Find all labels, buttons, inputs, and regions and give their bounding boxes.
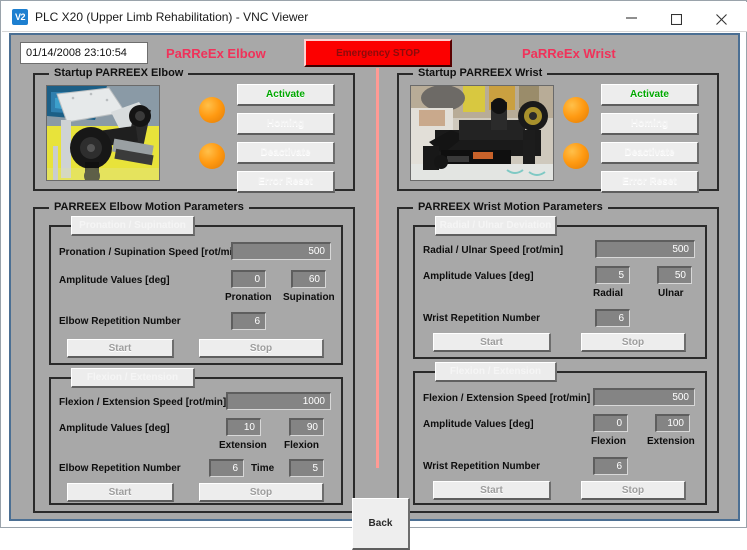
- elbow-flexion-rep-label: Elbow Repetition Number: [59, 463, 181, 474]
- elbow-led-top: [199, 97, 225, 123]
- wrist-flexion-tab[interactable]: Flexion / Extension: [435, 362, 557, 382]
- wrist-radial-caption: Radial: [593, 288, 623, 299]
- elbow-flexion-time-input[interactable]: 5: [289, 459, 324, 477]
- close-icon: [716, 14, 727, 25]
- wrist-radial-section: Radial / Ulnar Deviation Radial / Ulnar …: [413, 225, 707, 359]
- wrist-flexion-rep-input[interactable]: 6: [593, 457, 628, 475]
- wrist-radial-rep-input[interactable]: 6: [595, 309, 630, 327]
- elbow-flexion-start-button[interactable]: Start: [67, 483, 174, 502]
- elbow-pronation-start-button[interactable]: Start: [67, 339, 174, 358]
- maximize-button[interactable]: [655, 3, 700, 32]
- back-button[interactable]: Back: [352, 498, 410, 550]
- elbow-flexion-section: Flexion / Extension Flexion / Extension …: [49, 377, 343, 505]
- elbow-pronation-stop-button[interactable]: Stop: [199, 339, 324, 358]
- startup-wrist-group: Startup PARREEX Wrist: [397, 73, 719, 191]
- elbow-flexion-caption: Flexion: [284, 440, 319, 451]
- elbow-machine-photo: [46, 85, 160, 181]
- wrist-flexion-speed-input[interactable]: 500: [593, 388, 695, 406]
- elbow-flexion-rep-input[interactable]: 6: [209, 459, 244, 477]
- wrist-flexion-amp-input[interactable]: 0: [593, 414, 628, 432]
- wrist-flexion-caption: Flexion: [591, 436, 626, 447]
- wrist-flexion-amplitude-label: Amplitude Values [deg]: [423, 419, 534, 430]
- wrist-led-top: [563, 97, 589, 123]
- close-button[interactable]: [700, 3, 745, 32]
- elbow-flexion-speed-label: Flexion / Extension Speed [rot/min]: [59, 397, 226, 408]
- wrist-deactivate-button[interactable]: Deactivate: [601, 142, 699, 164]
- wrist-led-bottom: [563, 143, 589, 169]
- elbow-flexion-speed-input[interactable]: 1000: [226, 392, 331, 410]
- startup-wrist-legend: Startup PARREEX Wrist: [413, 67, 547, 79]
- elbow-pronation-speed-label: Pronation / Supination Speed [rot/min]: [59, 247, 242, 258]
- wrist-radial-tab[interactable]: Radial / Ulnar Deviation: [435, 216, 557, 236]
- elbow-params-group: PARREEX Elbow Motion Parameters Pronatio…: [33, 207, 355, 513]
- emergency-stop-button[interactable]: Emergency STOP: [304, 39, 452, 67]
- wrist-activate-button[interactable]: Activate: [601, 84, 699, 106]
- window-title: PLC X20 (Upper Limb Rehabilitation) - VN…: [35, 10, 308, 24]
- elbow-pronation-amp-input[interactable]: 0: [231, 270, 266, 288]
- elbow-error-reset-button[interactable]: Error Reset: [237, 171, 335, 193]
- vnc-viewer-window: V2 PLC X20 (Upper Limb Rehabilitation) -…: [0, 0, 747, 528]
- wrist-radial-amplitude-label: Amplitude Values [deg]: [423, 271, 534, 282]
- startup-elbow-group: Startup PARREEX Elbow: [33, 73, 355, 191]
- elbow-pronation-rep-input[interactable]: 6: [231, 312, 266, 330]
- elbow-pronation-rep-label: Elbow Repetition Number: [59, 316, 181, 327]
- elbow-flexion-stop-button[interactable]: Stop: [199, 483, 324, 502]
- wrist-ulnar-amp-input[interactable]: 50: [657, 266, 692, 284]
- wrist-ulnar-caption: Ulnar: [658, 288, 684, 299]
- elbow-flexion-tab[interactable]: Flexion / Extension: [71, 368, 195, 388]
- elbow-supination-caption: Supination: [283, 292, 335, 303]
- wrist-radial-speed-input[interactable]: 500: [595, 240, 695, 258]
- elbow-params-legend: PARREEX Elbow Motion Parameters: [49, 201, 249, 213]
- wrist-extension-amp-input[interactable]: 100: [655, 414, 690, 432]
- maximize-icon: [671, 14, 682, 25]
- vnc-canvas: 01/14/2008 23:10:54 PaRReEx Elbow Emerge…: [9, 33, 740, 521]
- app-icon: V2: [12, 9, 28, 25]
- elbow-pronation-speed-input[interactable]: 500: [231, 242, 331, 260]
- vertical-divider: [376, 68, 379, 468]
- wrist-machine-photo: [410, 85, 554, 181]
- wrist-params-legend: PARREEX Wrist Motion Parameters: [413, 201, 608, 213]
- wrist-error-reset-button[interactable]: Error Reset: [601, 171, 699, 193]
- elbow-led-bottom: [199, 143, 225, 169]
- wrist-homing-button[interactable]: Homing: [601, 113, 699, 135]
- elbow-pronation-section: Pronation / Supination Pronation / Supin…: [49, 225, 343, 365]
- elbow-flexion-time-label: Time: [251, 463, 274, 474]
- wrist-flexion-rep-label: Wrist Repetition Number: [423, 461, 540, 472]
- elbow-pronation-amplitude-label: Amplitude Values [deg]: [59, 275, 170, 286]
- wrist-flexion-start-button[interactable]: Start: [433, 481, 551, 500]
- wrist-radial-stop-button[interactable]: Stop: [581, 333, 686, 352]
- elbow-header-title: PaRReEx Elbow: [166, 46, 266, 61]
- wrist-flexion-speed-label: Flexion / Extension Speed [rot/min]: [423, 393, 590, 404]
- elbow-supination-amp-input[interactable]: 60: [291, 270, 326, 288]
- elbow-pronation-tab[interactable]: Pronation / Supination: [71, 216, 195, 236]
- elbow-flexion-amp-input[interactable]: 90: [289, 418, 324, 436]
- elbow-pronation-caption: Pronation: [225, 292, 272, 303]
- wrist-flexion-section: Flexion / Extension Flexion / Extension …: [413, 371, 707, 505]
- wrist-params-group: PARREEX Wrist Motion Parameters Radial /…: [397, 207, 719, 513]
- elbow-flexion-amplitude-label: Amplitude Values [deg]: [59, 423, 170, 434]
- wrist-radial-rep-label: Wrist Repetition Number: [423, 313, 540, 324]
- wrist-radial-speed-label: Radial / Ulnar Speed [rot/min]: [423, 245, 563, 256]
- elbow-activate-button[interactable]: Activate: [237, 84, 335, 106]
- wrist-header-title: PaRReEx Wrist: [522, 46, 616, 61]
- elbow-homing-button[interactable]: Homing: [237, 113, 335, 135]
- minimize-button[interactable]: [610, 3, 655, 32]
- elbow-extension-caption: Extension: [219, 440, 267, 451]
- wrist-flexion-stop-button[interactable]: Stop: [581, 481, 686, 500]
- startup-elbow-legend: Startup PARREEX Elbow: [49, 67, 188, 79]
- wrist-radial-start-button[interactable]: Start: [433, 333, 551, 352]
- wrist-extension-caption: Extension: [647, 436, 695, 447]
- timestamp-field[interactable]: 01/14/2008 23:10:54: [20, 42, 148, 64]
- title-bar: V2 PLC X20 (Upper Limb Rehabilitation) -…: [2, 2, 747, 32]
- wrist-radial-amp-input[interactable]: 5: [595, 266, 630, 284]
- minimize-icon: [626, 14, 638, 22]
- elbow-deactivate-button[interactable]: Deactivate: [237, 142, 335, 164]
- elbow-extension-amp-input[interactable]: 10: [226, 418, 261, 436]
